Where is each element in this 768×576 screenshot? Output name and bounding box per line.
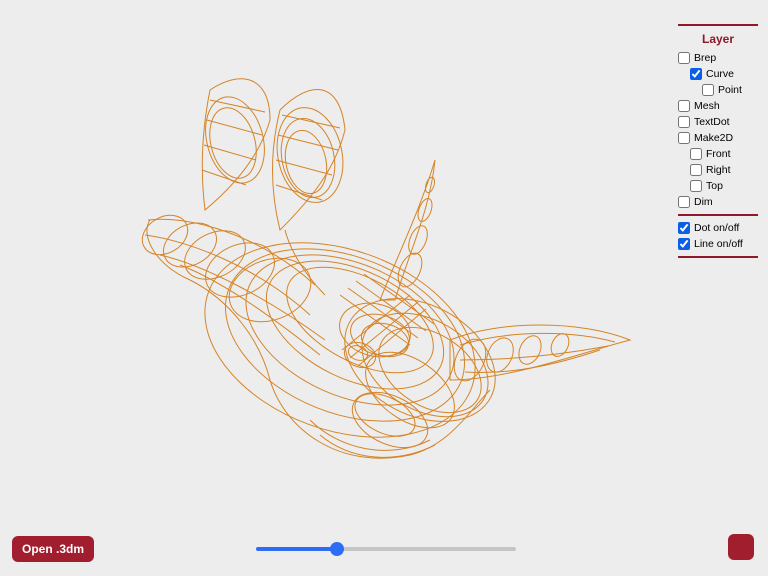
toggle-line[interactable]: Line on/off xyxy=(678,236,758,252)
layer-item-right[interactable]: Right xyxy=(678,162,758,178)
layer-label: Mesh xyxy=(694,98,720,114)
layer-checkbox-top[interactable] xyxy=(690,180,702,192)
divider xyxy=(678,214,758,216)
layer-label: Brep xyxy=(694,50,716,66)
layer-label: TextDot xyxy=(694,114,730,130)
toggle-dot-checkbox[interactable] xyxy=(678,222,690,234)
layer-item-dim[interactable]: Dim xyxy=(678,194,758,210)
toggle-line-checkbox[interactable] xyxy=(678,238,690,250)
layer-item-curve[interactable]: Curve xyxy=(678,66,758,82)
divider xyxy=(678,256,758,258)
layer-item-mesh[interactable]: Mesh xyxy=(678,98,758,114)
layer-label: Curve xyxy=(706,66,734,82)
layer-item-make2d[interactable]: Make2D xyxy=(678,130,758,146)
layer-label: Dim xyxy=(694,194,713,210)
layer-item-point[interactable]: Point xyxy=(678,82,758,98)
layer-label: Front xyxy=(706,146,731,162)
layer-panel: Layer Brep Curve Point Mesh TextDot Make… xyxy=(678,20,758,262)
layer-item-brep[interactable]: Brep xyxy=(678,50,758,66)
layer-checkbox-point[interactable] xyxy=(702,84,714,96)
timeline-slider[interactable] xyxy=(256,547,516,551)
layer-item-textdot[interactable]: TextDot xyxy=(678,114,758,130)
layer-checkbox-dim[interactable] xyxy=(678,196,690,208)
layer-checkbox-make2d[interactable] xyxy=(678,132,690,144)
layer-label: Point xyxy=(718,82,742,98)
action-square-button[interactable] xyxy=(728,534,754,560)
layer-label: Right xyxy=(706,162,731,178)
toggle-dot[interactable]: Dot on/off xyxy=(678,220,758,236)
layer-checkbox-textdot[interactable] xyxy=(678,116,690,128)
layer-checkbox-right[interactable] xyxy=(690,164,702,176)
layer-checkbox-mesh[interactable] xyxy=(678,100,690,112)
layer-item-top[interactable]: Top xyxy=(678,178,758,194)
layer-panel-title: Layer xyxy=(678,30,758,50)
layer-checkbox-brep[interactable] xyxy=(678,52,690,64)
layer-item-front[interactable]: Front xyxy=(678,146,758,162)
toggle-label: Dot on/off xyxy=(694,220,739,236)
viewport-wireframe xyxy=(90,40,650,500)
timeline-slider-wrap xyxy=(254,542,514,554)
divider xyxy=(678,24,758,26)
layer-checkbox-front[interactable] xyxy=(690,148,702,160)
toggle-label: Line on/off xyxy=(694,236,743,252)
layer-label: Top xyxy=(706,178,723,194)
layer-checkbox-curve[interactable] xyxy=(690,68,702,80)
layer-label: Make2D xyxy=(694,130,733,146)
open-file-button[interactable]: Open .3dm xyxy=(12,536,94,562)
